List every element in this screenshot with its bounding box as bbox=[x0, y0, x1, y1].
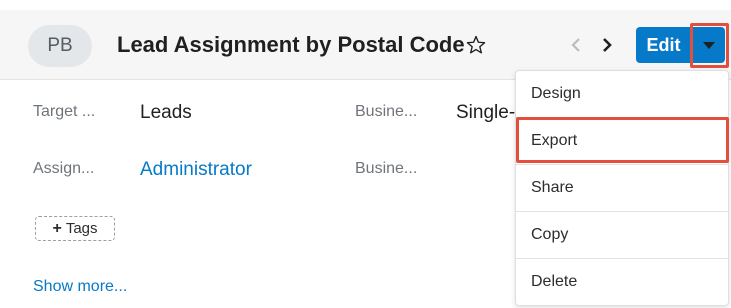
export-item-highlight bbox=[516, 117, 729, 163]
clipped-previous-heading bbox=[0, 0, 731, 10]
star-outline-icon[interactable] bbox=[465, 34, 487, 56]
business-field-value-1: Single- bbox=[456, 102, 516, 123]
chevron-right-icon[interactable] bbox=[602, 37, 612, 53]
show-more-link[interactable]: Show more... bbox=[33, 278, 127, 296]
assigned-user-label: Assign... bbox=[33, 160, 95, 177]
add-tags-button[interactable]: + Tags bbox=[35, 216, 115, 241]
actions-button-highlight bbox=[690, 23, 729, 68]
page-title: Lead Assignment by Postal Code bbox=[117, 32, 465, 57]
target-module-label: Target ... bbox=[33, 103, 96, 120]
edit-button[interactable]: Edit bbox=[636, 27, 691, 63]
assigned-user-link[interactable]: Administrator bbox=[140, 159, 252, 181]
tags-label: Tags bbox=[65, 220, 98, 237]
business-field-label-1: Busine... bbox=[355, 103, 418, 120]
menu-item-share[interactable]: Share bbox=[516, 165, 728, 211]
menu-item-delete[interactable]: Delete bbox=[516, 259, 728, 305]
target-module-value: Leads bbox=[140, 102, 192, 123]
menu-item-copy[interactable]: Copy bbox=[516, 212, 728, 258]
avatar: PB bbox=[28, 25, 92, 67]
menu-item-design[interactable]: Design bbox=[516, 71, 728, 117]
business-field-label-2: Busine... bbox=[355, 160, 418, 177]
actions-dropdown-menu: Design Export Share Copy Delete bbox=[515, 70, 729, 306]
plus-icon: + bbox=[52, 219, 62, 237]
chevron-left-icon[interactable] bbox=[571, 37, 581, 53]
